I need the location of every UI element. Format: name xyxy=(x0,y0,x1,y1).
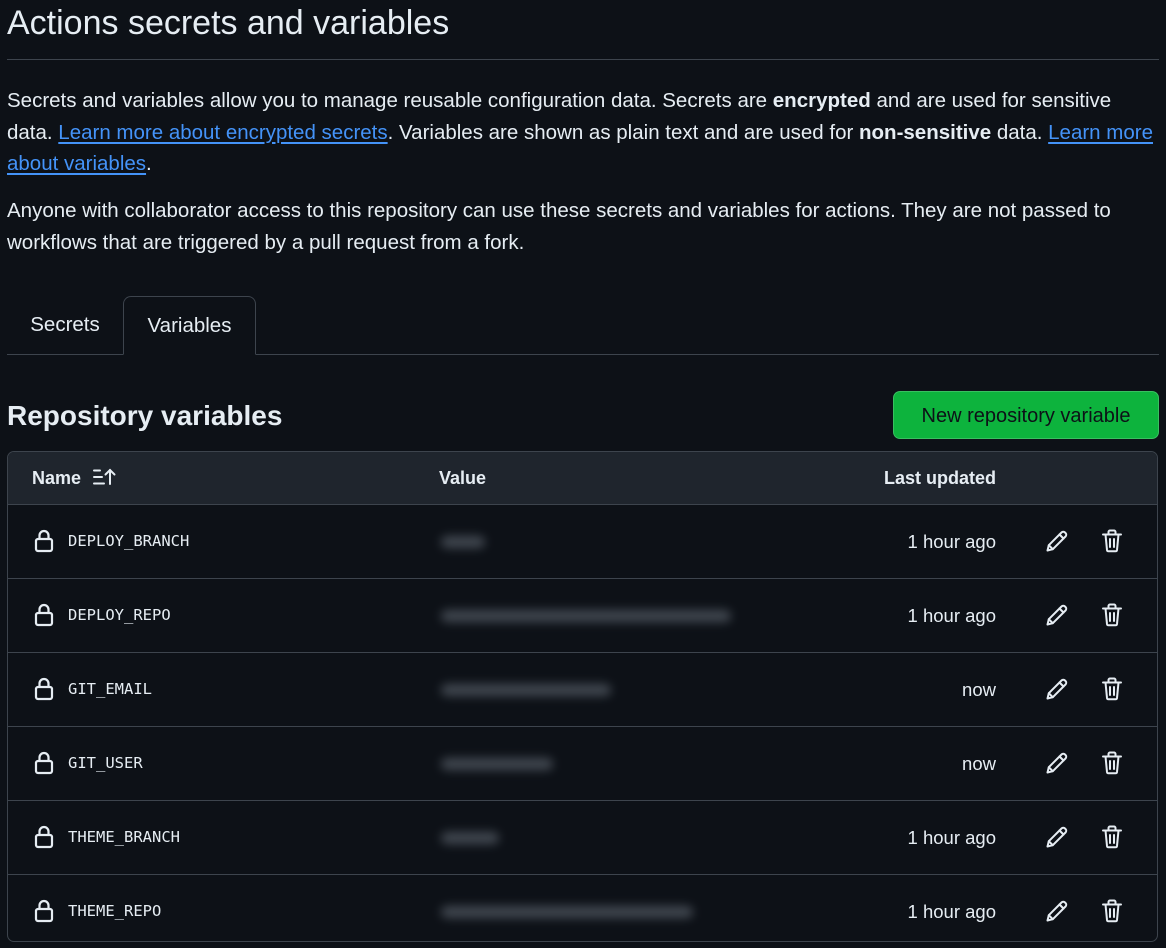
column-header-value: Value xyxy=(439,468,487,488)
lock-icon xyxy=(33,751,55,775)
intro-bold-non-sensitive: non-sensitive xyxy=(859,120,992,144)
title-divider xyxy=(7,59,1159,60)
lock-icon xyxy=(33,899,55,923)
variable-value-redacted xyxy=(441,536,485,548)
pencil-icon[interactable] xyxy=(1043,897,1071,925)
trash-icon[interactable] xyxy=(1098,527,1126,555)
tab-secrets[interactable]: Secrets xyxy=(7,296,123,354)
variable-value-redacted xyxy=(441,906,693,918)
intro-text-4: data. xyxy=(991,120,1049,144)
pencil-icon[interactable] xyxy=(1043,749,1071,777)
intro-text-3: . Variables are shown as plain text and … xyxy=(387,120,860,144)
variable-name: DEPLOY_BRANCH xyxy=(68,532,190,550)
variables-table: Name Value Last updated DEPLOY_BRANCH 1 … xyxy=(7,451,1158,942)
last-updated: 1 hour ago xyxy=(907,827,996,848)
variable-name: DEPLOY_REPO xyxy=(68,606,171,624)
lock-icon xyxy=(33,677,55,701)
table-row: DEPLOY_BRANCH 1 hour ago xyxy=(8,505,1157,579)
lock-icon xyxy=(33,825,55,849)
last-updated: now xyxy=(962,679,996,700)
trash-icon[interactable] xyxy=(1098,675,1126,703)
last-updated: 1 hour ago xyxy=(907,901,996,922)
variable-value-redacted xyxy=(441,758,553,770)
intro-text-1: Secrets and variables allow you to manag… xyxy=(7,89,773,112)
last-updated: 1 hour ago xyxy=(907,531,996,552)
trash-icon[interactable] xyxy=(1098,601,1126,629)
variable-name: GIT_USER xyxy=(68,754,143,772)
lock-icon xyxy=(33,603,55,627)
variable-value-redacted xyxy=(441,684,611,696)
page-title: Actions secrets and variables xyxy=(7,4,450,42)
table-row: GIT_EMAIL now xyxy=(8,653,1157,727)
pencil-icon[interactable] xyxy=(1043,601,1071,629)
intro-paragraph: Secrets and variables allow you to manag… xyxy=(7,85,1157,180)
table-row: DEPLOY_REPO 1 hour ago xyxy=(8,579,1157,653)
new-repository-variable-button[interactable]: New repository variable xyxy=(893,391,1159,439)
last-updated: now xyxy=(962,753,996,774)
last-updated: 1 hour ago xyxy=(907,605,996,626)
pencil-icon[interactable] xyxy=(1043,675,1071,703)
variable-value-redacted xyxy=(441,610,731,622)
lock-icon xyxy=(33,529,55,553)
variable-value-redacted xyxy=(441,832,499,844)
collaborator-note: Anyone with collaborator access to this … xyxy=(7,199,1111,254)
pencil-icon[interactable] xyxy=(1043,823,1071,851)
tab-bar: Secrets Variables xyxy=(7,296,1159,355)
tab-variables[interactable]: Variables xyxy=(123,296,256,355)
learn-more-secrets-link[interactable]: Learn more about encrypted secrets xyxy=(58,121,387,144)
column-header-name[interactable]: Name xyxy=(32,452,81,504)
trash-icon[interactable] xyxy=(1098,823,1126,851)
table-row: GIT_USER now xyxy=(8,727,1157,801)
section-title: Repository variables xyxy=(7,400,283,431)
variable-name: THEME_BRANCH xyxy=(68,828,180,846)
intro-bold-encrypted: encrypted xyxy=(772,89,871,112)
variable-name: THEME_REPO xyxy=(68,902,162,920)
intro-text-5: . xyxy=(146,152,152,175)
table-header: Name Value Last updated xyxy=(8,452,1157,505)
sort-ascending-icon[interactable] xyxy=(92,467,116,487)
table-row: THEME_REPO 1 hour ago xyxy=(8,875,1157,941)
column-header-last-updated: Last updated xyxy=(883,468,996,488)
pencil-icon[interactable] xyxy=(1043,527,1071,555)
table-row: THEME_BRANCH 1 hour ago xyxy=(8,801,1157,875)
trash-icon[interactable] xyxy=(1098,749,1126,777)
trash-icon[interactable] xyxy=(1098,897,1126,925)
variable-name: GIT_EMAIL xyxy=(68,680,152,698)
page: Actions secrets and variables Secrets an… xyxy=(0,0,1166,948)
